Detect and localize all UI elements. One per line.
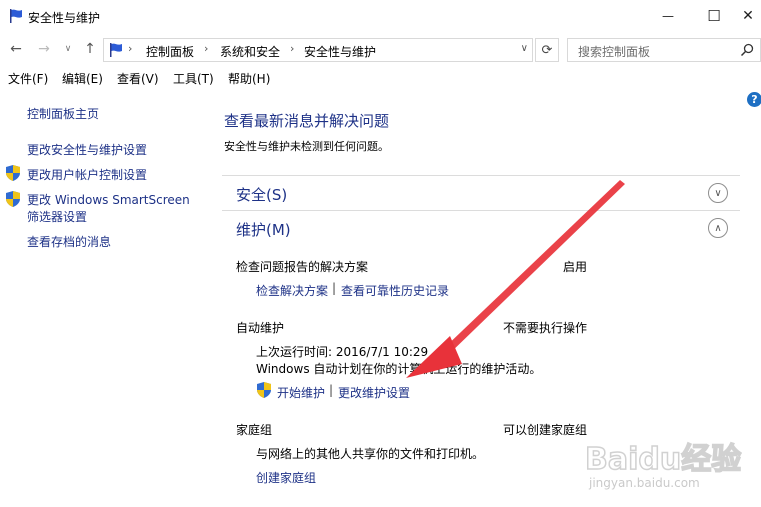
- auto-maintenance-description: Windows 自动计划在你的计算机上运行的维护活动。: [256, 362, 542, 376]
- refresh-button[interactable]: ⟳: [535, 38, 559, 62]
- sidebar-item-change-security-settings[interactable]: 更改安全性与维护设置: [27, 141, 147, 158]
- problem-reports-name: 检查问题报告的解决方案: [236, 260, 369, 274]
- close-button[interactable]: ✕: [735, 0, 761, 32]
- chevron-glyph: ∨: [714, 187, 722, 199]
- section-maintenance-header[interactable]: 维护(M) ∧: [222, 210, 740, 247]
- status-summary: 安全性与维护未检测到任何问题。: [224, 140, 389, 153]
- breadcrumb-separator: ›: [290, 42, 295, 55]
- chevron-down-icon[interactable]: ∨: [708, 183, 728, 203]
- section-security-label: 安全(S): [236, 186, 288, 204]
- menu-bar: 文件(F) 编辑(E) 查看(V) 工具(T) 帮助(H): [0, 68, 761, 88]
- auto-maintenance-status: 不需要执行操作: [503, 321, 588, 335]
- address-bar[interactable]: › 控制面板 › 系统和安全 › 安全性与维护 ∨: [103, 38, 533, 62]
- sidebar-item-archived-messages[interactable]: 查看存档的消息: [27, 233, 111, 250]
- menu-edit[interactable]: 编辑(E): [62, 70, 103, 87]
- homegroup-status: 可以创建家庭组: [503, 423, 588, 437]
- search-input[interactable]: 搜索控制面板: [567, 38, 761, 62]
- search-placeholder: 搜索控制面板: [578, 45, 651, 59]
- back-arrow-icon: ←: [10, 41, 22, 57]
- sidebar-home-link[interactable]: 控制面板主页: [27, 105, 99, 122]
- menu-tools[interactable]: 工具(T): [173, 70, 214, 87]
- minimize-icon: —: [662, 9, 674, 23]
- chevron-down-icon: ∨: [64, 44, 72, 54]
- menu-help[interactable]: 帮助(H): [228, 70, 270, 87]
- flag-icon: [110, 43, 122, 57]
- watermark-text: Baidu经验: [584, 441, 742, 478]
- recent-locations-button[interactable]: ∨: [58, 39, 78, 59]
- up-button[interactable]: ↑: [80, 39, 100, 59]
- minimize-button[interactable]: —: [645, 0, 691, 32]
- help-icon[interactable]: ?: [747, 92, 761, 107]
- sidebar-item-smartscreen[interactable]: 更改 Windows SmartScreen: [27, 191, 190, 208]
- up-arrow-icon: ↑: [84, 41, 96, 57]
- section-maintenance-label: 维护(M): [236, 221, 291, 239]
- chevron-up-icon[interactable]: ∧: [708, 218, 728, 238]
- window-title: 安全性与维护: [28, 11, 101, 25]
- watermark-url: jingyan.baidu.com: [589, 476, 700, 490]
- uac-shield-icon: [6, 165, 20, 181]
- start-maintenance-link[interactable]: 开始维护: [277, 384, 325, 401]
- link-separator: |: [332, 281, 337, 295]
- menu-view[interactable]: 查看(V): [117, 70, 159, 87]
- create-homegroup-link[interactable]: 创建家庭组: [256, 469, 316, 486]
- breadcrumb-system-security[interactable]: 系统和安全: [220, 43, 280, 60]
- refresh-icon: ⟳: [541, 42, 553, 58]
- breadcrumb-security-maintenance[interactable]: 安全性与维护: [304, 43, 376, 60]
- title-bar: 安全性与维护 — ☐ ✕: [0, 0, 761, 32]
- last-run-time: 上次运行时间: 2016/7/1 10:29: [256, 345, 429, 359]
- uac-shield-icon: [6, 191, 20, 207]
- link-separator: |: [329, 383, 334, 397]
- check-solutions-link[interactable]: 检查解决方案: [256, 282, 328, 299]
- chevron-glyph: ∧: [714, 222, 722, 234]
- address-dropdown-icon[interactable]: ∨: [521, 43, 528, 54]
- search-icon: [740, 43, 754, 57]
- back-button[interactable]: ←: [6, 39, 26, 59]
- menu-file[interactable]: 文件(F): [8, 70, 48, 87]
- homegroup-description: 与网络上的其他人共享你的文件和打印机。: [256, 447, 485, 461]
- flag-icon: [10, 9, 22, 23]
- forward-button[interactable]: →: [34, 39, 54, 59]
- close-icon: ✕: [742, 8, 754, 24]
- page-title: 查看最新消息并解决问题: [224, 112, 390, 130]
- reliability-history-link[interactable]: 查看可靠性历史记录: [341, 282, 449, 299]
- section-security-header[interactable]: 安全(S) ∨: [222, 175, 740, 212]
- maximize-icon: ☐: [707, 7, 721, 25]
- navigation-bar: ← → ∨ ↑ › 控制面板 › 系统和安全 › 安全性与维护 ∨ ⟳ 搜索控制…: [0, 34, 761, 64]
- uac-shield-icon: [257, 382, 271, 398]
- forward-arrow-icon: →: [38, 41, 50, 57]
- maximize-button[interactable]: ☐: [691, 0, 737, 32]
- breadcrumb-separator: ›: [128, 42, 133, 55]
- breadcrumb-separator: ›: [204, 42, 209, 55]
- auto-maintenance-name: 自动维护: [236, 321, 285, 335]
- sidebar-item-uac-settings[interactable]: 更改用户帐户控制设置: [27, 166, 147, 183]
- baidu-watermark: Baidu经验 jingyan.baidu.com: [584, 432, 755, 502]
- breadcrumb-control-panel[interactable]: 控制面板: [146, 43, 194, 60]
- problem-reports-status: 启用: [563, 260, 588, 274]
- sidebar-item-smartscreen-line2[interactable]: 筛选器设置: [27, 208, 87, 225]
- change-maintenance-settings-link[interactable]: 更改维护设置: [338, 384, 410, 401]
- homegroup-name: 家庭组: [236, 423, 273, 437]
